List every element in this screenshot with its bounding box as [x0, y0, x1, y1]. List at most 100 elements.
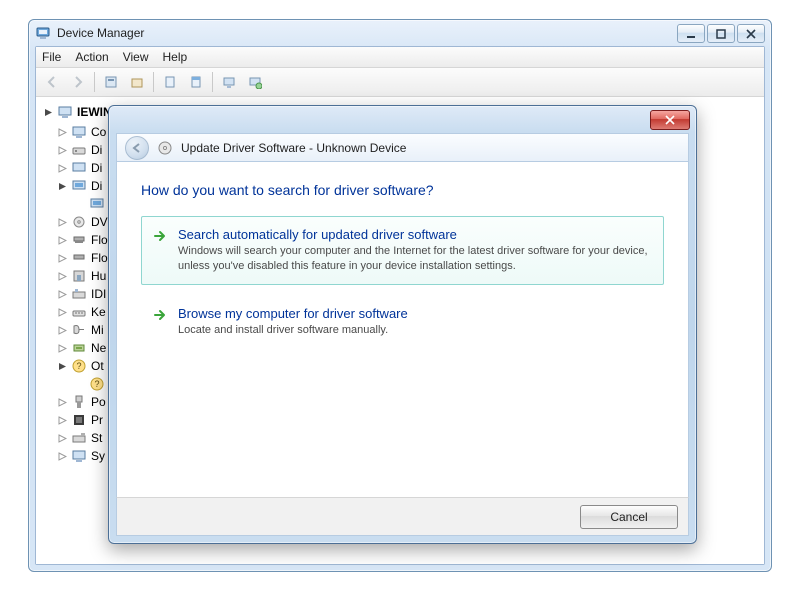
driver-disc-icon — [157, 140, 173, 156]
expand-icon[interactable] — [58, 326, 67, 335]
toolbar-btn-2[interactable] — [125, 70, 149, 94]
svg-text:?: ? — [94, 379, 99, 389]
minimize-button[interactable] — [677, 24, 705, 43]
option2-desc: Locate and install driver software manua… — [178, 323, 649, 338]
menu-action[interactable]: Action — [75, 50, 108, 64]
close-button[interactable] — [737, 24, 765, 43]
tree-item-label: Di — [91, 161, 102, 175]
dlg-header: Update Driver Software - Unknown Device — [116, 133, 689, 162]
leaf-icon — [76, 200, 85, 209]
option-search-automatically[interactable]: Search automatically for updated driver … — [141, 216, 664, 285]
dm-titlebar[interactable]: Device Manager — [29, 20, 771, 46]
tree-item-label: DV — [91, 215, 108, 229]
toolbar-btn-6[interactable] — [243, 70, 267, 94]
tree-item-label: Ot — [91, 359, 104, 373]
device-icon — [89, 196, 105, 212]
device-category-icon — [71, 268, 87, 284]
nav-back-button[interactable] — [40, 70, 64, 94]
maximize-button[interactable] — [707, 24, 735, 43]
tree-root-label: IEWIN — [77, 105, 112, 119]
dialog-heading: How do you want to search for driver sof… — [141, 182, 664, 198]
arrow-right-icon — [152, 228, 168, 244]
expand-icon[interactable] — [58, 128, 67, 137]
device-category-icon — [71, 340, 87, 356]
dm-menubar: File Action View Help — [36, 47, 764, 68]
collapse-icon[interactable] — [44, 108, 53, 117]
menu-file[interactable]: File — [42, 50, 61, 64]
expand-icon[interactable] — [58, 146, 67, 155]
tree-item-label: Po — [91, 395, 106, 409]
expand-icon[interactable] — [58, 434, 67, 443]
collapse-icon[interactable] — [58, 182, 67, 191]
expand-icon[interactable] — [58, 452, 67, 461]
tree-item-label: Di — [91, 179, 102, 193]
tree-item-label: Mi — [91, 323, 104, 337]
menu-view[interactable]: View — [123, 50, 149, 64]
tree-item-label: Flo — [91, 233, 108, 247]
dm-title: Device Manager — [57, 26, 144, 40]
device-category-icon — [71, 448, 87, 464]
toolbar-btn-1[interactable] — [99, 70, 123, 94]
device-category-icon — [71, 160, 87, 176]
expand-icon[interactable] — [58, 164, 67, 173]
expand-icon[interactable] — [58, 398, 67, 407]
tree-item-label: Hu — [91, 269, 106, 283]
option-browse-computer[interactable]: Browse my computer for driver software L… — [141, 295, 664, 349]
expand-icon[interactable] — [58, 344, 67, 353]
device-category-icon — [71, 430, 87, 446]
dm-toolbar — [36, 68, 764, 97]
expand-icon[interactable] — [58, 254, 67, 263]
toolbar-separator — [212, 72, 213, 92]
expand-icon[interactable] — [58, 272, 67, 281]
toolbar-btn-4[interactable] — [184, 70, 208, 94]
expand-icon[interactable] — [58, 308, 67, 317]
device-category-icon: ? — [71, 358, 87, 374]
device-category-icon — [71, 304, 87, 320]
toolbar-btn-5[interactable] — [217, 70, 241, 94]
dlg-body: How do you want to search for driver sof… — [116, 161, 689, 499]
device-category-icon — [71, 322, 87, 338]
back-button[interactable] — [125, 136, 149, 160]
tree-item-label: Di — [91, 143, 102, 157]
device-icon: ? — [89, 376, 105, 392]
option1-title: Search automatically for updated driver … — [178, 227, 649, 242]
device-category-icon — [71, 394, 87, 410]
option1-desc: Windows will search your computer and th… — [178, 244, 649, 274]
expand-icon[interactable] — [58, 236, 67, 245]
leaf-icon — [76, 380, 85, 389]
expand-icon[interactable] — [58, 290, 67, 299]
device-category-icon — [71, 232, 87, 248]
toolbar-separator — [153, 72, 154, 92]
collapse-icon[interactable] — [58, 362, 67, 371]
dialog-close-button[interactable] — [650, 110, 690, 130]
device-category-icon — [71, 412, 87, 428]
nav-forward-button[interactable] — [66, 70, 90, 94]
device-category-icon — [71, 124, 87, 140]
device-category-icon — [71, 250, 87, 266]
device-category-icon — [71, 142, 87, 158]
cancel-button[interactable]: Cancel — [580, 505, 678, 529]
toolbar-separator — [94, 72, 95, 92]
menu-help[interactable]: Help — [163, 50, 188, 64]
dlg-footer: Cancel — [116, 497, 689, 536]
expand-icon[interactable] — [58, 416, 67, 425]
svg-text:?: ? — [76, 361, 81, 371]
toolbar-btn-3[interactable] — [158, 70, 182, 94]
tree-item-label: Flo — [91, 251, 108, 265]
tree-item-label: Ke — [91, 305, 106, 319]
update-driver-dialog: Update Driver Software - Unknown Device … — [108, 105, 697, 544]
dlg-titlebar[interactable] — [109, 106, 696, 133]
expand-icon[interactable] — [58, 218, 67, 227]
tree-item-label: Ne — [91, 341, 106, 355]
dialog-title: Update Driver Software - Unknown Device — [181, 141, 406, 155]
computer-icon — [57, 104, 73, 120]
option2-title: Browse my computer for driver software — [178, 306, 649, 321]
device-manager-icon — [35, 25, 51, 41]
arrow-right-icon — [152, 307, 168, 323]
tree-item-label: St — [91, 431, 102, 445]
tree-item-label: IDI — [91, 287, 106, 301]
device-category-icon — [71, 178, 87, 194]
tree-item-label: Co — [91, 125, 106, 139]
device-category-icon — [71, 214, 87, 230]
tree-item-label: Pr — [91, 413, 103, 427]
